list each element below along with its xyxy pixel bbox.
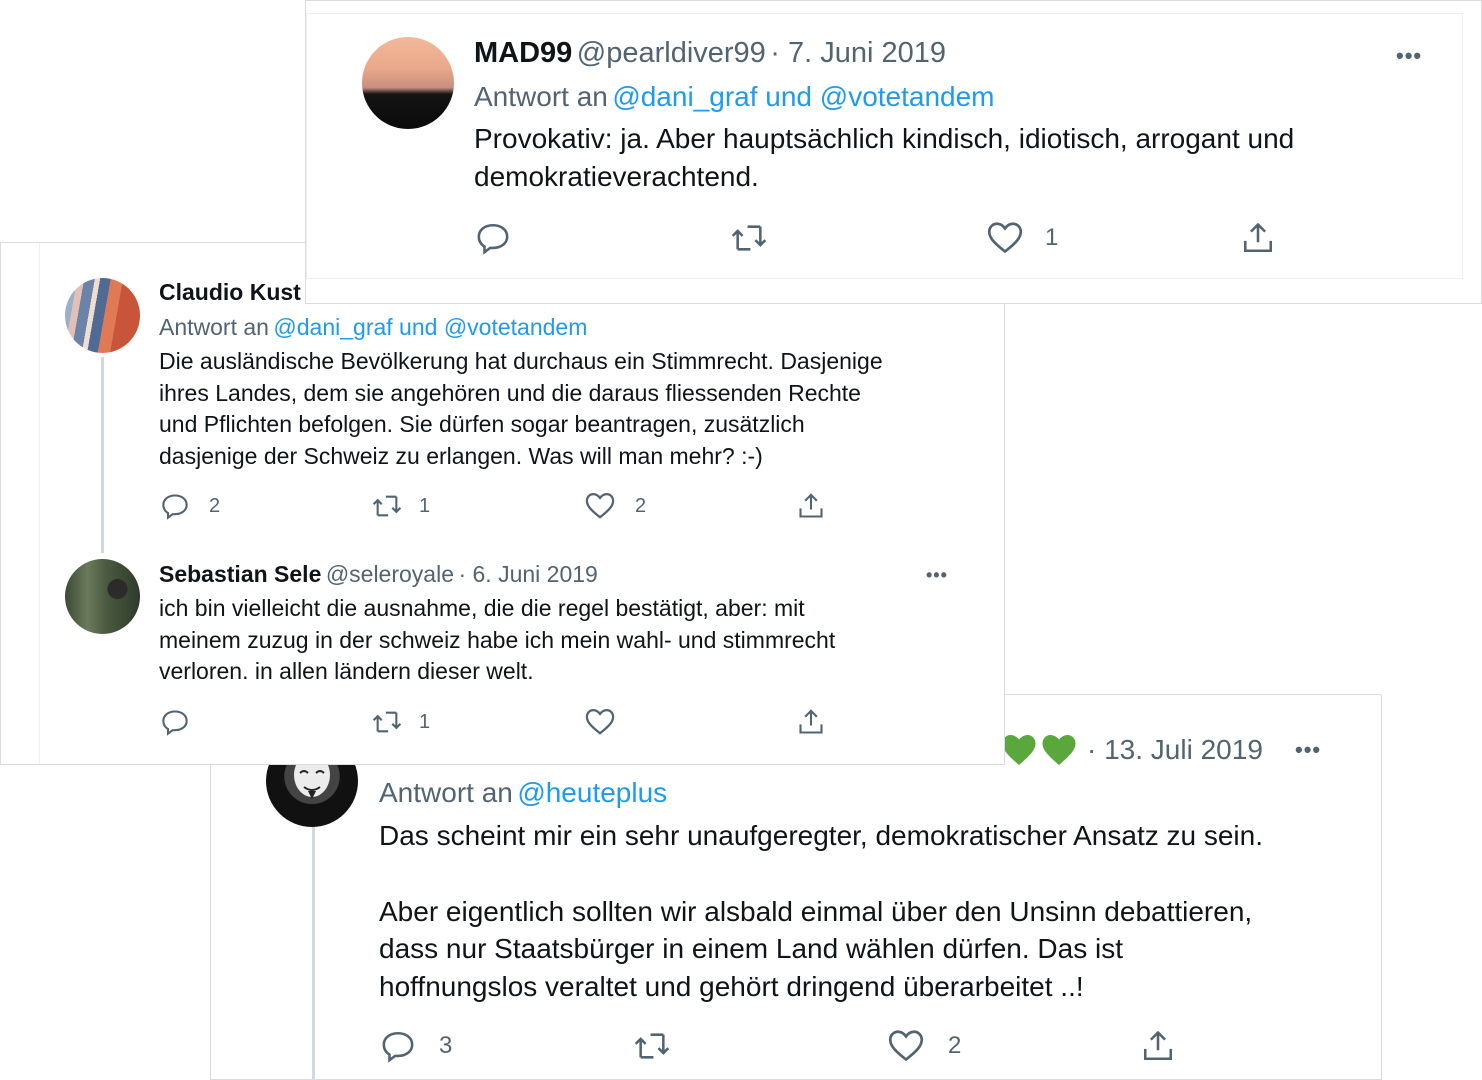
- like-count: 2: [948, 1032, 962, 1059]
- user-handle[interactable]: @seleroyale: [326, 561, 454, 587]
- tweet-text-line: ihres Landes, dem sie angehören und die …: [159, 379, 861, 406]
- tweet-date[interactable]: · 7. Juni 2019: [770, 37, 946, 69]
- green-heart-icon: [1002, 735, 1036, 765]
- retweet-icon: [372, 711, 402, 733]
- share-icon: [1143, 1030, 1173, 1061]
- share-button[interactable]: [797, 492, 825, 520]
- tweet-text: ich bin vielleicht die ausnahme, die die…: [159, 593, 979, 688]
- more-icon[interactable]: •••: [1295, 737, 1321, 763]
- user-handle[interactable]: @pearldiver99: [577, 37, 766, 69]
- tweet-panel-thread: Claudio Kust Antwort an @dani_graf und @…: [0, 242, 1005, 765]
- name-row: Claudio Kust: [159, 279, 301, 306]
- tweet-text: Provokativ: ja. Aber hauptsächlich kindi…: [474, 120, 1434, 196]
- reply-prefix: Antwort an: [474, 81, 608, 112]
- tweet-text-line: verloren. in allen ländern dieser welt.: [159, 658, 534, 684]
- share-icon: [799, 709, 823, 734]
- share-button[interactable]: [1141, 1029, 1175, 1063]
- display-name[interactable]: Sebastian Sele: [159, 561, 321, 587]
- name-row: Sebastian Sele @seleroyale · 6. Juni 201…: [159, 561, 598, 588]
- green-heart-icon: [1042, 735, 1076, 765]
- retweet-button[interactable]: [730, 221, 768, 255]
- like-count: 1: [1045, 224, 1059, 251]
- like-icon: [888, 1030, 924, 1062]
- tweet-text-line: hoffnungslos veraltet und gehört dringen…: [379, 970, 1084, 1002]
- tweet-text-line: Die ausländische Bevölkerung hat durchau…: [159, 348, 883, 374]
- avatar[interactable]: [65, 278, 140, 353]
- tweet-text-line: und Pflichten befolgen. Sie dürfen sogar…: [159, 411, 805, 437]
- like-button[interactable]: 1: [987, 221, 1058, 255]
- share-icon: [799, 493, 823, 518]
- retweet-icon: [731, 225, 767, 251]
- tweet-text-line: ich bin vielleicht die ausnahme, die die…: [159, 595, 805, 621]
- like-icon: [585, 492, 615, 519]
- tweet-text-line: Aber eigentlich sollten wir alsbald einm…: [379, 895, 1253, 927]
- reply-context: Antwort an @heuteplus: [379, 777, 667, 809]
- reply-button[interactable]: [161, 708, 189, 736]
- reply-to-link[interactable]: @dani_graf und @votetandem: [612, 81, 994, 112]
- retweet-icon: [372, 495, 402, 517]
- like-icon: [585, 708, 615, 735]
- reply-prefix: Antwort an: [379, 777, 513, 808]
- reply-button[interactable]: 2: [161, 492, 220, 520]
- reply-icon: [162, 710, 188, 736]
- reply-count: 2: [209, 494, 221, 517]
- tweet-text-line: demokratieverachtend.: [474, 161, 759, 192]
- reply-icon: [162, 494, 188, 520]
- tweet-date[interactable]: · 6. Juni 2019: [458, 561, 597, 587]
- tweet-text-line: Provokativ: ja. Aber hauptsächlich kindi…: [474, 123, 1295, 154]
- display-name[interactable]: MAD99: [474, 37, 572, 69]
- tweet-text: Das scheint mir ein sehr unaufgeregter, …: [379, 817, 1359, 1005]
- retweet-count: 1: [419, 710, 431, 733]
- reply-context: Antwort an @dani_graf und @votetandem: [159, 314, 587, 341]
- reply-button[interactable]: 3: [381, 1029, 452, 1063]
- reply-prefix: Antwort an: [159, 314, 269, 340]
- tweet-panel-top: MAD99 @pearldiver99 · 7. Juni 2019 ••• A…: [305, 0, 1482, 304]
- thread-line: [101, 357, 104, 553]
- reply-button[interactable]: [476, 221, 510, 255]
- like-button[interactable]: [585, 708, 615, 736]
- like-count: 2: [635, 494, 647, 517]
- reply-icon: [382, 1031, 414, 1063]
- tweet-text-line: Das scheint mir ein sehr unaufgeregter, …: [379, 820, 1263, 851]
- more-icon[interactable]: •••: [1396, 43, 1422, 69]
- like-button[interactable]: 2: [888, 1029, 961, 1063]
- retweet-button[interactable]: [633, 1029, 671, 1063]
- avatar[interactable]: [362, 37, 454, 129]
- display-name[interactable]: Claudio Kust: [159, 279, 301, 305]
- retweet-count: 1: [419, 494, 431, 517]
- tweet-text-line: dass nur Staatsbürger in einem Land wähl…: [379, 933, 1123, 964]
- like-icon: [987, 222, 1023, 254]
- tweet-text-line: meinem zuzug in der schweiz habe ich mei…: [159, 626, 836, 653]
- tweet-text: Die ausländische Bevölkerung hat durchau…: [159, 346, 979, 472]
- reply-to-link[interactable]: @heuteplus: [517, 777, 667, 808]
- share-button[interactable]: [1241, 221, 1275, 255]
- reply-context: Antwort an @dani_graf und @votetandem: [474, 81, 995, 113]
- share-icon: [1243, 222, 1273, 253]
- tweet-text-line: dasjenige der Schweiz zu erlangen. Was w…: [159, 442, 763, 469]
- name-row: · 13. Juli 2019: [1001, 733, 1263, 767]
- reply-to-link[interactable]: @dani_graf und @votetandem: [273, 314, 587, 340]
- reply-count: 3: [439, 1032, 453, 1059]
- more-icon[interactable]: •••: [926, 565, 948, 586]
- share-button[interactable]: [797, 708, 825, 736]
- tweet-date[interactable]: · 13. Juli 2019: [1087, 734, 1263, 766]
- avatar[interactable]: [65, 559, 140, 634]
- retweet-button[interactable]: 1: [371, 708, 430, 736]
- thread-line: [312, 825, 315, 1079]
- retweet-icon: [634, 1033, 670, 1059]
- retweet-button[interactable]: 1: [371, 492, 430, 520]
- like-button[interactable]: 2: [585, 492, 646, 520]
- reply-icon: [477, 223, 509, 255]
- name-row: MAD99 @pearldiver99 · 7. Juni 2019: [474, 37, 946, 70]
- divider: [39, 243, 40, 764]
